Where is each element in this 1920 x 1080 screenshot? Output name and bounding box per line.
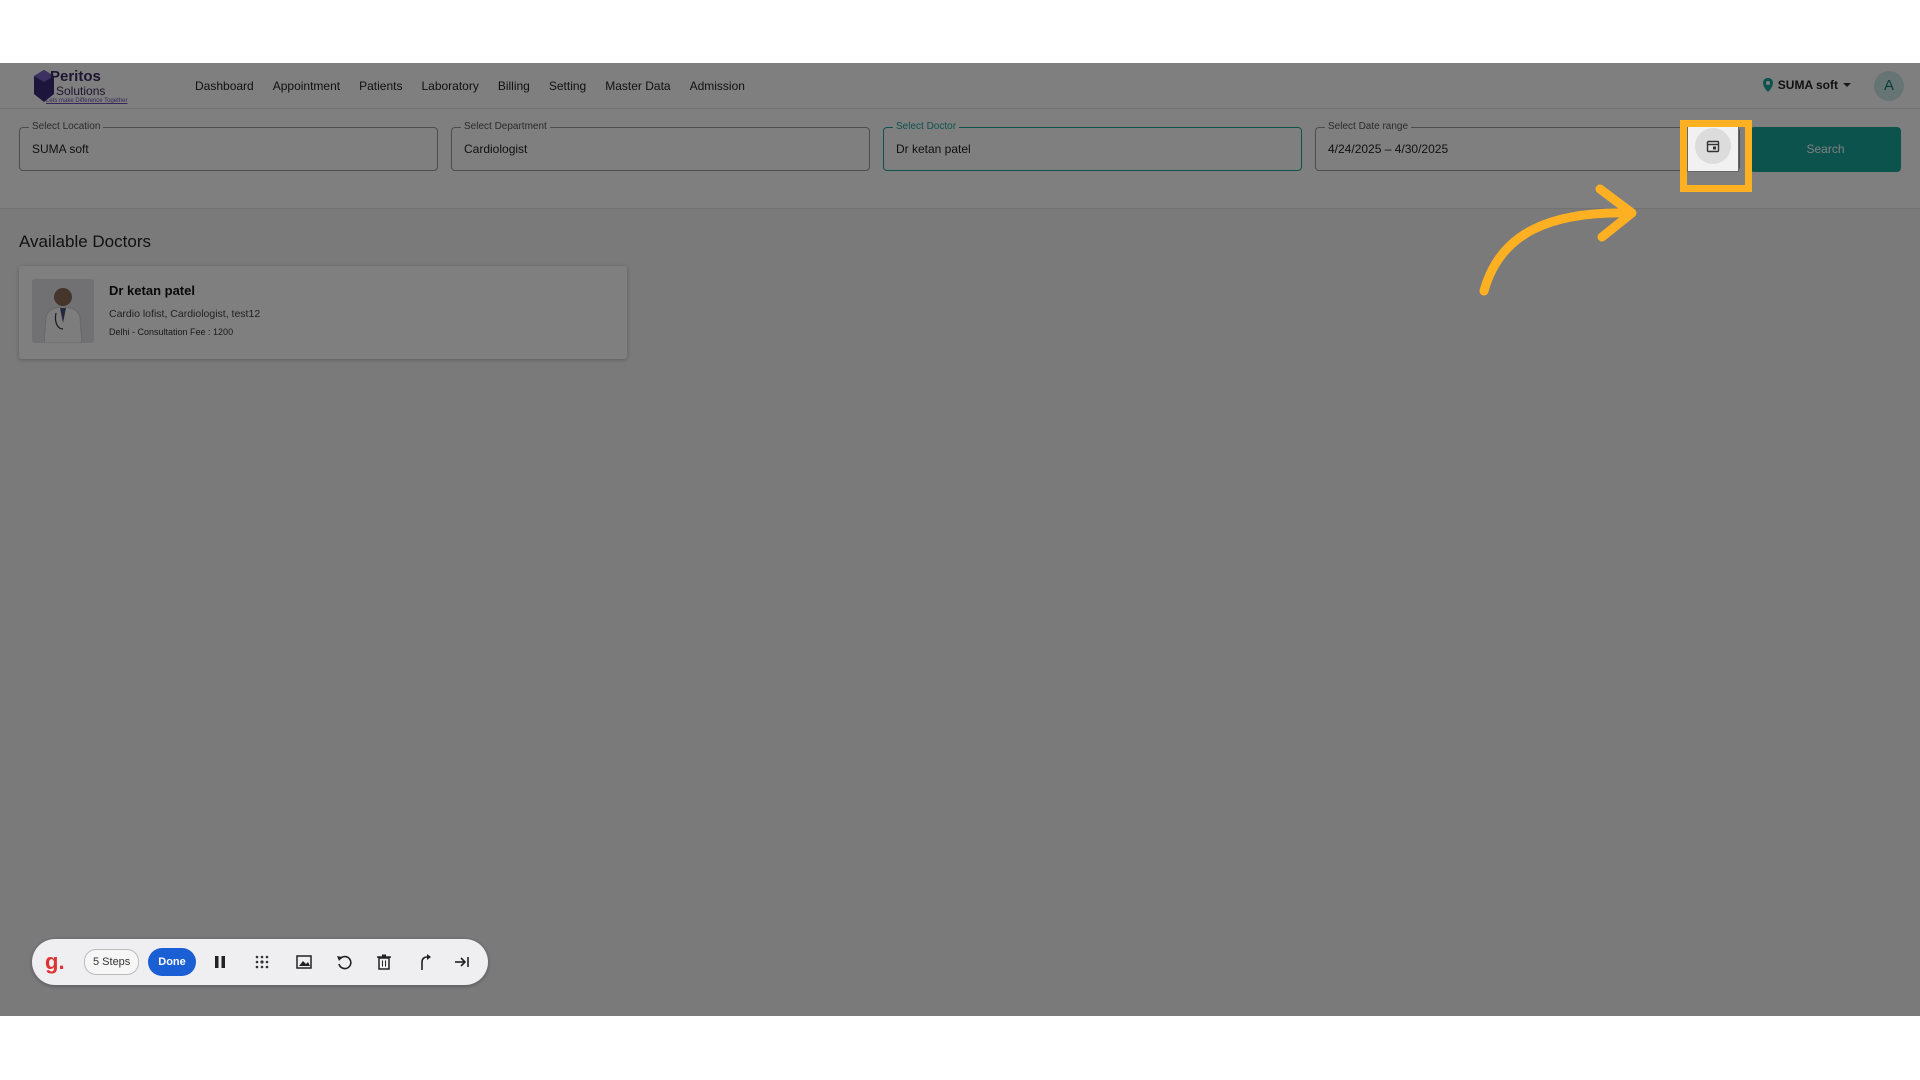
doctor-specialties: Cardio lofist, Cardiologist, test12 (109, 308, 261, 320)
doctor-photo (32, 279, 94, 343)
pause-icon[interactable] (210, 952, 230, 972)
doctor-card[interactable]: Dr ketan patel Cardio lofist, Cardiologi… (19, 266, 627, 359)
image-icon[interactable] (294, 952, 314, 972)
nav-setting[interactable]: Setting (549, 79, 586, 93)
user-avatar[interactable]: A (1874, 71, 1904, 101)
app-window: Peritos Solutions Lets make Difference T… (0, 63, 1920, 1016)
doctor-field-label: Select Doctor (893, 121, 960, 132)
highlight-frame (1680, 120, 1752, 192)
date-range-field-label: Select Date range (1325, 121, 1412, 132)
location-label: SUMA soft (1777, 78, 1838, 92)
nav-laboratory[interactable]: Laboratory (421, 79, 478, 93)
skip-icon[interactable] (452, 952, 472, 972)
nav-billing[interactable]: Billing (498, 79, 530, 93)
top-header: Peritos Solutions Lets make Difference T… (0, 63, 1920, 109)
location-pin-icon (1762, 78, 1773, 92)
doctor-name: Dr ketan patel (109, 283, 195, 298)
date-range-field-value: 4/24/2025 – 4/30/2025 (1328, 142, 1449, 156)
trash-icon[interactable] (374, 952, 394, 972)
main-nav: Dashboard Appointment Patients Laborator… (195, 79, 745, 93)
doctor-field[interactable]: Select Doctor Dr ketan patel (883, 121, 1302, 171)
department-field[interactable]: Select Department Cardiologist (451, 121, 870, 171)
nav-admission[interactable]: Admission (690, 79, 745, 93)
company-logo[interactable]: Peritos Solutions Lets make Difference T… (32, 66, 142, 108)
nav-appointment[interactable]: Appointment (273, 79, 340, 93)
undo-icon[interactable] (334, 952, 354, 972)
pointer-arrow-icon (1479, 184, 1637, 296)
upload-icon[interactable] (415, 952, 435, 972)
recorder-logo: g. (45, 949, 65, 974)
steps-count-badge[interactable]: 5 Steps (84, 949, 140, 975)
done-button[interactable]: Done (148, 948, 196, 976)
nav-master-data[interactable]: Master Data (605, 79, 670, 93)
doctor-field-value: Dr ketan patel (896, 142, 971, 156)
logo-name: Peritos (50, 68, 101, 85)
location-field-label: Select Location (29, 121, 104, 132)
nav-patients[interactable]: Patients (359, 79, 402, 93)
search-button[interactable]: Search (1750, 127, 1901, 172)
blur-icon[interactable] (252, 952, 272, 972)
recorder-toolbar: g. 5 Steps Done (32, 939, 488, 985)
department-field-label: Select Department (461, 121, 550, 132)
available-doctors-title: Available Doctors (19, 232, 151, 251)
department-field-value: Cardiologist (464, 142, 528, 156)
doctor-portrait-icon (32, 279, 94, 343)
location-selector[interactable]: SUMA soft (1762, 77, 1852, 93)
location-field[interactable]: Select Location SUMA soft (19, 121, 438, 171)
nav-dashboard[interactable]: Dashboard (195, 79, 254, 93)
doctor-fee: Delhi - Consultation Fee : 1200 (109, 327, 234, 337)
chevron-down-icon (1843, 83, 1851, 87)
logo-sub: Solutions (56, 84, 106, 98)
logo-tagline: Lets make Difference Together (46, 98, 128, 104)
location-field-value: SUMA soft (32, 142, 89, 156)
